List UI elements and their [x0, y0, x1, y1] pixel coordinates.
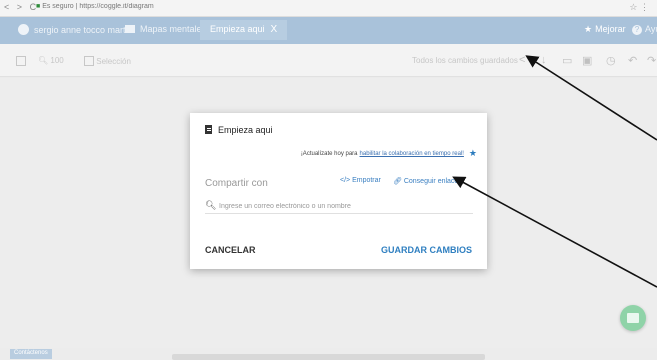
print-icon[interactable]: ▣	[582, 54, 592, 67]
forward-icon[interactable]: >	[17, 2, 22, 12]
user-name: sergio anne tocco martin	[34, 25, 133, 35]
close-icon[interactable]: X	[271, 24, 278, 35]
dialog-title: Empieza aqui	[205, 125, 273, 135]
download-icon[interactable]: ↓	[541, 54, 547, 66]
account-icon	[18, 24, 29, 35]
maps-label: Mapas mentales	[140, 24, 207, 34]
upgrade-prompt: ¡Actualízate hoy para habilitar la colabo…	[301, 148, 477, 159]
zoom-control[interactable]: 🔍︎ 100	[38, 56, 64, 65]
get-link-label: Conseguir enlace	[403, 178, 459, 185]
saved-status: Todos los cambios guardados	[412, 56, 518, 65]
contact-button[interactable]: Contáctenos	[10, 349, 52, 359]
magnifier-icon: 🔍︎	[38, 56, 51, 65]
cancel-button[interactable]: CANCELAR	[205, 245, 256, 255]
embed-button[interactable]: </> Empotrar	[340, 177, 381, 184]
search-icon: 🔍︎	[205, 200, 217, 210]
zoom-label: 100	[50, 56, 64, 65]
fullscreen-icon[interactable]	[16, 56, 26, 66]
mind-maps-link[interactable]: Mapas mentales	[125, 24, 206, 34]
link-icon: 🔗︎	[393, 178, 404, 185]
tab-empieza-aqui[interactable]: Empieza aqui X	[200, 20, 288, 40]
upgrade-prefix: ¡Actualízate hoy para	[300, 151, 358, 157]
toolbar: 🔍︎ 100 Selección Todos los cambios guard…	[0, 44, 657, 77]
upgrade-label: Mejorar	[595, 24, 626, 34]
url-text: Es seguro | https://coggle.it/diagram	[42, 3, 154, 10]
selection-label: Selección	[96, 57, 131, 66]
horizontal-scrollbar[interactable]	[172, 354, 485, 360]
embed-label: Empotrar	[352, 177, 381, 184]
star-icon: ★	[584, 24, 593, 34]
user-menu[interactable]: sergio anne tocco martin	[18, 24, 133, 35]
help-button[interactable]: ?Ayuda	[632, 24, 657, 35]
add-map-button[interactable]	[620, 305, 646, 331]
code-icon: </>	[340, 177, 353, 184]
folder-icon	[125, 25, 135, 33]
add-icon	[627, 313, 639, 323]
help-label: Ayuda	[645, 24, 657, 34]
realtime-collab-link[interactable]: habilitar la colaboración en tiempo real…	[360, 151, 464, 157]
browser-bar: < > C ■ Es seguro | https://coggle.it/di…	[0, 0, 657, 17]
share-dialog: Empieza aqui ¡Actualízate hoy para habili…	[190, 113, 487, 269]
address-bar[interactable]: ■ Es seguro | https://coggle.it/diagram	[36, 3, 206, 14]
undo-icon[interactable]: ↶	[628, 54, 637, 67]
status-bar: Contáctenos	[0, 348, 657, 360]
selection-toggle[interactable]: Selección	[84, 56, 131, 66]
back-icon[interactable]: <	[4, 2, 9, 12]
share-icon[interactable]: <	[519, 54, 525, 66]
document-icon	[205, 125, 212, 134]
get-link-button[interactable]: 🔗︎ Conseguir enlace	[393, 177, 458, 185]
invite-field: 🔍︎	[205, 200, 473, 214]
history-icon[interactable]: ◷	[606, 54, 616, 67]
share-with-label: Compartir con	[205, 178, 268, 189]
upgrade-button[interactable]: ★ Mejorar	[584, 24, 626, 35]
invite-input[interactable]	[219, 200, 469, 212]
help-icon: ?	[632, 25, 642, 35]
redo-icon[interactable]: ↷	[647, 54, 656, 67]
star-icon: ★	[468, 148, 477, 158]
tab-label: Empieza aqui	[210, 24, 265, 34]
dialog-title-text: Empieza aqui	[218, 125, 273, 135]
checkbox-icon	[84, 56, 94, 66]
present-icon[interactable]: ▭	[562, 54, 572, 67]
save-changes-button[interactable]: GUARDAR CAMBIOS	[381, 245, 472, 255]
browser-extensions[interactable]: ☆ ⋮	[629, 2, 649, 13]
app-header: sergio anne tocco martin Mapas mentales …	[0, 17, 657, 44]
